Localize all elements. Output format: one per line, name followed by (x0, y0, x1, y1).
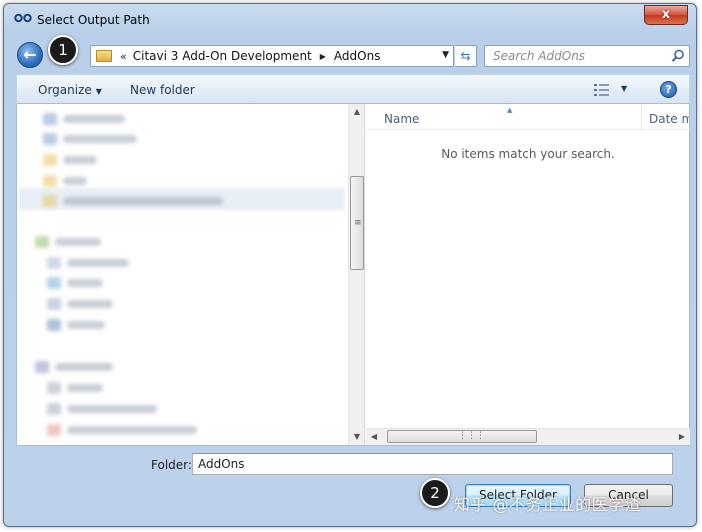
nav-tree-item[interactable] (47, 402, 157, 416)
navigation-pane[interactable] (17, 104, 348, 445)
address-dropdown-icon[interactable]: ▼ (442, 50, 449, 60)
nav-tree-item[interactable] (43, 112, 125, 126)
file-list-horizontal-scrollbar[interactable]: ◀ ⋮⋮⋮ ▶ (366, 428, 690, 445)
grip-icon: ≡ (354, 218, 362, 228)
view-dropdown-icon[interactable]: ▼ (621, 84, 627, 93)
nav-tree-item[interactable] (43, 174, 87, 188)
nav-tree-item[interactable] (35, 235, 101, 249)
scroll-down-icon[interactable]: ▼ (349, 429, 365, 445)
nav-tree-item[interactable] (47, 297, 113, 311)
folder-name-field[interactable] (192, 453, 673, 475)
nav-tree-item[interactable] (47, 381, 103, 395)
folder-icon (96, 50, 112, 62)
nav-tree-item[interactable] (47, 423, 197, 437)
address-bar[interactable]: « Citavi 3 Add-On Development ▶ AddOns ▼ (90, 45, 454, 67)
help-icon[interactable]: ? (660, 81, 677, 98)
title-bar: Select Output Path x (4, 4, 696, 34)
column-header-name[interactable]: Name (384, 112, 419, 126)
scroll-left-icon[interactable]: ◀ (366, 429, 382, 445)
back-button[interactable]: ← (17, 42, 43, 68)
search-icon[interactable] (671, 49, 685, 63)
step-badge-2: 2 (420, 478, 450, 508)
file-list-pane[interactable]: ▲ Name Date modified No items match your… (366, 104, 690, 445)
organize-button[interactable]: Organize ▼ (38, 83, 102, 97)
nav-tree-item[interactable] (43, 153, 97, 167)
nav-tree-item[interactable] (35, 360, 113, 374)
folder-label: Folder: (151, 458, 192, 472)
browser-body: ▲ ≡ ▼ ▲ Name Date modified No items matc… (16, 104, 690, 446)
navigation-bar: ← « Citavi 3 Add-On Development ▶ AddOns… (4, 38, 696, 68)
refresh-icon: ⇆ (460, 49, 471, 63)
nav-tree-item[interactable] (47, 318, 105, 332)
scrollbar-thumb[interactable]: ≡ (350, 176, 364, 270)
watermark-text: 知乎 @不务正业的医学渣 (454, 495, 642, 514)
column-header-date-modified[interactable]: Date modified (649, 112, 689, 126)
empty-folder-message: No items match your search. (441, 147, 615, 161)
column-header-row: ▲ Name Date modified (366, 104, 690, 130)
grip-icon: ⋮⋮⋮ (458, 431, 485, 441)
breadcrumb-chevron-icon[interactable]: ▶ (320, 52, 326, 61)
scroll-up-icon[interactable]: ▲ (349, 104, 365, 120)
search-box[interactable] (484, 45, 690, 67)
nav-tree-item[interactable] (47, 256, 129, 270)
close-icon: x (661, 7, 671, 22)
column-divider[interactable] (641, 104, 642, 130)
breadcrumb-item-citavi-dev[interactable]: Citavi 3 Add-On Development (133, 49, 312, 63)
organize-label: Organize (38, 83, 92, 97)
search-input[interactable] (485, 46, 660, 66)
back-arrow-icon: ← (23, 45, 37, 64)
nav-tree-item[interactable] (47, 276, 103, 290)
nav-tree-item[interactable] (43, 132, 137, 146)
sort-ascending-icon: ▲ (507, 106, 513, 114)
close-button[interactable]: x (644, 5, 688, 25)
caret-down-icon: ▼ (95, 87, 102, 96)
scrollbar-thumb[interactable]: ⋮⋮⋮ (387, 430, 537, 443)
refresh-button[interactable]: ⇆ (455, 45, 477, 67)
window-title: Select Output Path (37, 13, 150, 27)
new-folder-button[interactable]: New folder (130, 83, 195, 97)
command-toolbar: Organize ▼ New folder ▼ ? (16, 74, 690, 104)
step-badge-1: 1 (48, 35, 78, 65)
breadcrumb-overflow-icon[interactable]: « (120, 50, 127, 63)
navigation-vertical-scrollbar[interactable]: ▲ ≡ ▼ (348, 104, 365, 445)
citavi-app-icon (14, 13, 32, 23)
view-options-icon[interactable] (594, 84, 612, 96)
breadcrumb-item-addons[interactable]: AddOns (334, 49, 381, 63)
scroll-right-icon[interactable]: ▶ (674, 429, 690, 445)
nav-tree-item[interactable] (43, 194, 223, 208)
dialog-window: Select Output Path x ← « Citavi 3 Add-On… (3, 3, 697, 527)
